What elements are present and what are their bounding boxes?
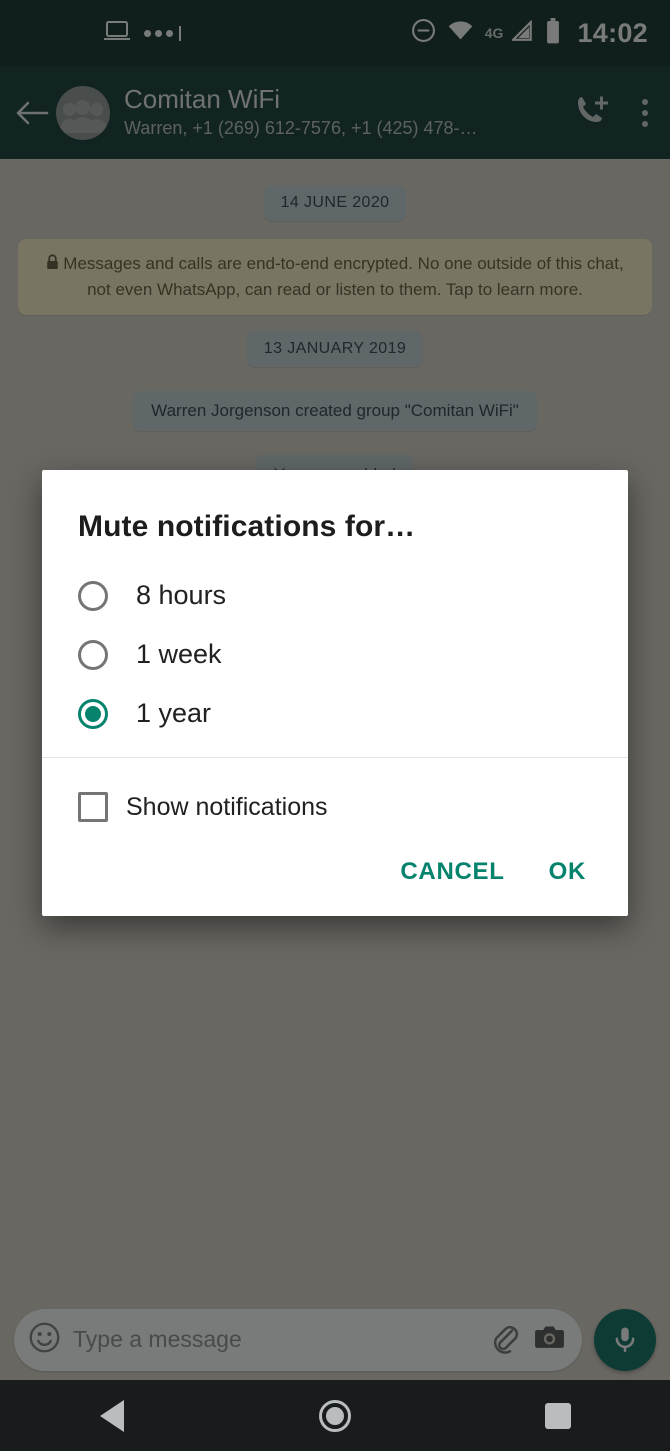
mute-notifications-dialog: Mute notifications for… 8 hours 1 week 1… [42, 470, 628, 916]
android-navigation-bar [0, 1380, 670, 1451]
ok-button[interactable]: OK [549, 858, 586, 886]
nav-home-button[interactable] [290, 1380, 380, 1451]
mute-option-8-hours[interactable]: 8 hours [42, 566, 628, 625]
mute-option-1-week[interactable]: 1 week [42, 625, 628, 684]
mute-option-label: 1 year [136, 698, 212, 728]
home-circle-icon [318, 1399, 351, 1432]
radio-icon [78, 580, 108, 611]
mute-option-label: 1 week [136, 639, 222, 669]
cancel-button[interactable]: CANCEL [400, 858, 504, 886]
show-notifications-label: Show notifications [126, 792, 328, 821]
radio-icon-selected [78, 698, 108, 729]
nav-back-button[interactable] [67, 1380, 157, 1451]
mute-duration-options: 8 hours 1 week 1 year [42, 556, 628, 757]
checkbox-icon[interactable] [78, 792, 108, 822]
dialog-title: Mute notifications for… [78, 510, 416, 543]
mute-option-1-year[interactable]: 1 year [42, 684, 628, 743]
show-notifications-checkbox-row[interactable]: Show notifications [42, 758, 628, 832]
recents-square-icon [545, 1402, 572, 1429]
back-triangle-icon [99, 1399, 124, 1432]
radio-icon [78, 639, 108, 670]
phone-screen: 4G 14:02 [0, 0, 670, 1451]
dialog-action-buttons: CANCEL OK [42, 832, 628, 916]
mute-option-label: 8 hours [136, 580, 227, 610]
nav-recents-button[interactable] [513, 1380, 603, 1451]
